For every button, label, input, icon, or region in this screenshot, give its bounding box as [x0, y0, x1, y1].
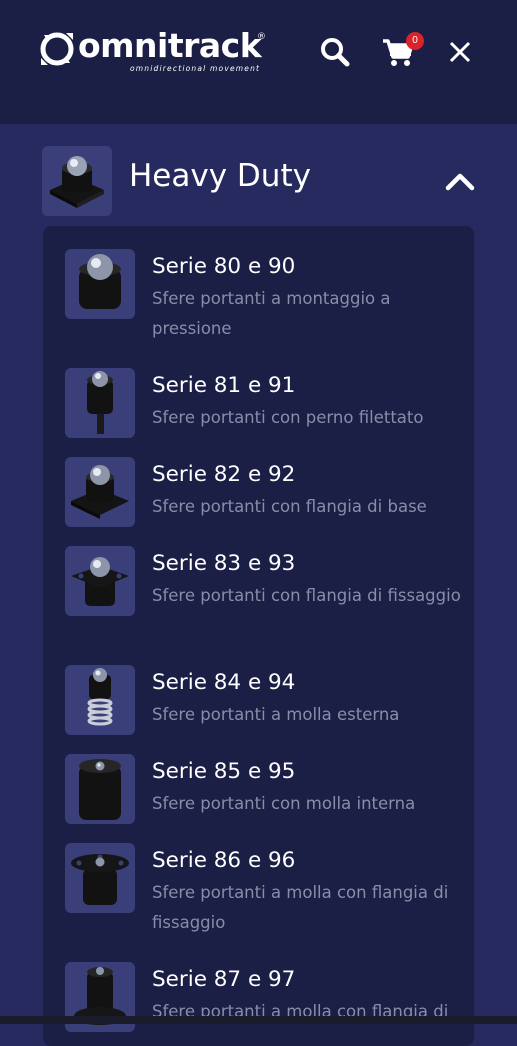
category-thumbnail [42, 146, 112, 216]
item-description: Sfere portanti a molla esterna [152, 705, 400, 724]
item-title: Serie 83 e 93 [152, 551, 296, 576]
list-item-serie-85-95[interactable]: Serie 85 e 95 Sfere portanti con molla i… [65, 754, 465, 824]
item-title: Serie 81 e 91 [152, 373, 296, 398]
product-thumbnail [65, 368, 135, 438]
list-item-serie-86-96[interactable]: Serie 86 e 96 Sfere portanti a molla con… [65, 843, 465, 943]
search-button[interactable] [315, 32, 355, 72]
cart-count-badge: 0 [406, 32, 424, 50]
product-thumbnail [65, 843, 135, 913]
screen-bottom-edge [0, 1016, 517, 1024]
top-header: omnitrack ® omnidirectional movement 0 [0, 0, 517, 124]
search-icon [321, 38, 350, 67]
item-description: Sfere portanti con flangia di fissaggio [152, 586, 461, 605]
ball-transfer-mounting-flange-icon [71, 557, 129, 606]
item-title: Serie 85 e 95 [152, 759, 296, 784]
item-title: Serie 80 e 90 [152, 254, 296, 279]
ball-transfer-external-spring-icon [87, 668, 113, 726]
product-thumbnail [65, 249, 135, 319]
product-thumbnail [65, 457, 135, 527]
item-title: Serie 82 e 92 [152, 462, 296, 487]
item-description: Sfere portanti con perno filettato [152, 408, 424, 427]
product-series-list: Serie 80 e 90 Sfere portanti a montaggio… [43, 226, 474, 1046]
item-description: Sfere portanti a molla con flangia di fi… [152, 883, 449, 932]
list-item-serie-83-93[interactable]: Serie 83 e 93 Sfere portanti con flangia… [65, 546, 465, 646]
item-description: Sfere portanti con molla interna [152, 794, 416, 813]
item-title: Serie 87 e 97 [152, 967, 296, 992]
ball-transfer-category-icon [50, 156, 104, 208]
list-item-serie-80-90[interactable]: Serie 80 e 90 Sfere portanti a montaggio… [65, 249, 465, 349]
item-title: Serie 84 e 94 [152, 670, 296, 695]
cart-button[interactable]: 0 [378, 32, 424, 72]
ball-transfer-threaded-stud-icon [87, 371, 113, 434]
ball-transfer-base-flange-icon [71, 465, 129, 519]
ball-transfer-spring-flange-icon [71, 854, 129, 905]
list-item-serie-84-94[interactable]: Serie 84 e 94 Sfere portanti a molla est… [65, 665, 465, 735]
omnitrack-logo[interactable]: omnitrack ® omnidirectional movement [38, 26, 270, 78]
product-thumbnail [65, 665, 135, 735]
product-thumbnail [65, 546, 135, 616]
omnitrack-logo-mark-icon [40, 32, 74, 66]
close-menu-button[interactable] [440, 32, 480, 72]
close-icon [449, 41, 471, 63]
item-title: Serie 86 e 96 [152, 848, 296, 873]
ball-transfer-press-fit-icon [79, 254, 121, 309]
item-description: Sfere portanti a montaggio a pressione [152, 289, 391, 338]
chevron-up-icon[interactable] [442, 164, 478, 200]
logo-wordmark: omnitrack [78, 26, 262, 65]
ball-transfer-internal-spring-icon [79, 759, 121, 820]
list-item-serie-81-91[interactable]: Serie 81 e 91 Sfere portanti con perno f… [65, 368, 465, 438]
list-item-serie-82-92[interactable]: Serie 82 e 92 Sfere portanti con flangia… [65, 457, 465, 527]
item-description: Sfere portanti con flangia di base [152, 497, 427, 516]
category-heavy-duty-header[interactable]: Heavy Duty [42, 146, 482, 216]
logo-tagline: omnidirectional movement [130, 64, 261, 73]
logo-registered-mark: ® [257, 32, 266, 42]
product-thumbnail [65, 754, 135, 824]
category-title: Heavy Duty [129, 158, 311, 194]
